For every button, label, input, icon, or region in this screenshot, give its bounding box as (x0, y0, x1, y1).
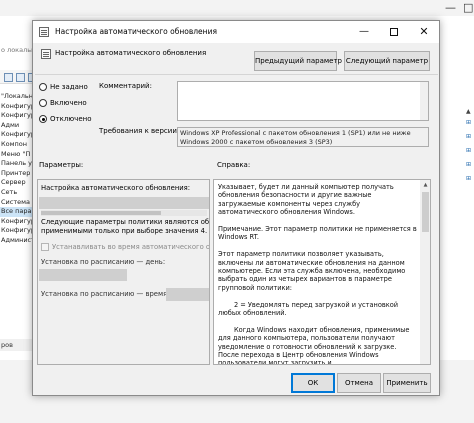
requirements-label: Требования к версии: (99, 127, 180, 135)
comment-scrollbar[interactable] (420, 82, 428, 120)
background-list-marker: ⊞ (466, 161, 472, 168)
minimize-button[interactable]: — (349, 21, 379, 43)
help-paragraph: 2 = Уведомлять перед загрузкой и установ… (218, 300, 399, 318)
requirements-text: Windows XP Professional с пакетом обновл… (180, 129, 411, 146)
policy-name: Настройка автоматического обновления (55, 49, 207, 57)
comment-label: Комментарий: (99, 82, 152, 90)
options-pane: Настройка автоматического обновления: Сл… (37, 179, 210, 365)
requirements-field: Windows XP Professional с пакетом обновл… (177, 127, 429, 147)
help-paragraph: Примечание. Этот параметр политики не пр… (218, 225, 417, 242)
policy-icon (41, 49, 51, 59)
scroll-up-icon[interactable]: ▲ (421, 182, 430, 190)
radio-label: Не задано (50, 83, 88, 91)
close-button[interactable]: ✕ (409, 21, 439, 43)
configure-update-label: Настройка автоматического обновления: (41, 184, 191, 192)
next-setting-button[interactable]: Следующий параметр (344, 51, 430, 71)
schedule-day-select[interactable] (39, 269, 127, 281)
radio-button[interactable] (39, 99, 47, 107)
background-list-marker: ⊞ (466, 119, 472, 126)
checkbox-label: Устанавливать во время автоматического о… (52, 243, 210, 251)
radio-label: Отключено (50, 115, 92, 123)
help-scroll-thumb[interactable] (422, 192, 429, 232)
options-note-line: Следующие параметры политики являются об… (41, 218, 210, 226)
dialog-title: Настройка автоматического обновления (55, 27, 217, 36)
maximize-icon (390, 28, 398, 36)
radio-label: Включено (50, 99, 87, 107)
options-hscroll-thumb[interactable] (41, 211, 161, 215)
help-text: Указывает, будет ли данный компьютер пол… (218, 183, 418, 365)
apply-button[interactable]: Применить (383, 373, 431, 393)
header-divider (35, 74, 438, 75)
options-note-line: применимыми только при выборе значения 4… (41, 226, 208, 235)
schedule-day-label: Установка по расписанию — день: (41, 258, 166, 266)
previous-setting-button[interactable]: Предыдущий параметр (254, 51, 342, 71)
radio-button[interactable] (39, 115, 47, 123)
cancel-button[interactable]: Отмена (337, 373, 381, 393)
background-titlebar (0, 0, 474, 16)
background-list-marker: ⊞ (466, 175, 472, 182)
help-paragraph: Этот параметр политики позволяет указыва… (218, 250, 406, 292)
background-list-marker: ⊞ (466, 133, 472, 140)
options-label: Параметры: (39, 161, 84, 169)
toolbar-forward-icon[interactable] (16, 73, 25, 82)
background-list-marker: ⊞ (466, 147, 472, 154)
help-paragraph: Указывает, будет ли данный компьютер пол… (218, 183, 394, 217)
help-pane: Указывает, будет ли данный компьютер пол… (213, 179, 431, 365)
schedule-time-select[interactable] (166, 288, 209, 301)
comment-field[interactable] (177, 81, 429, 121)
configure-update-select[interactable] (39, 197, 209, 209)
help-label: Справка: (217, 161, 251, 169)
help-paragraph: Когда Windows находит обновления, примен… (218, 325, 410, 365)
schedule-time-label: Установка по расписанию — время: (41, 290, 170, 298)
policy-settings-icon (39, 27, 49, 37)
help-scrollbar[interactable]: ▲ (420, 180, 430, 364)
dialog-titlebar: Настройка автоматического обновления — ✕ (33, 21, 439, 43)
options-note: Следующие параметры политики являются об… (41, 218, 210, 235)
checkbox-box[interactable] (41, 243, 49, 251)
background-scroll-up-icon[interactable]: ▲ (466, 108, 474, 116)
ok-button[interactable]: ОК (291, 373, 335, 393)
background-window-controls: — □ (445, 1, 474, 14)
radio-button[interactable] (39, 83, 47, 91)
maximize-button[interactable] (379, 21, 409, 43)
toolbar-back-icon[interactable] (4, 73, 13, 82)
policy-settings-dialog: Настройка автоматического обновления — ✕… (32, 20, 440, 396)
